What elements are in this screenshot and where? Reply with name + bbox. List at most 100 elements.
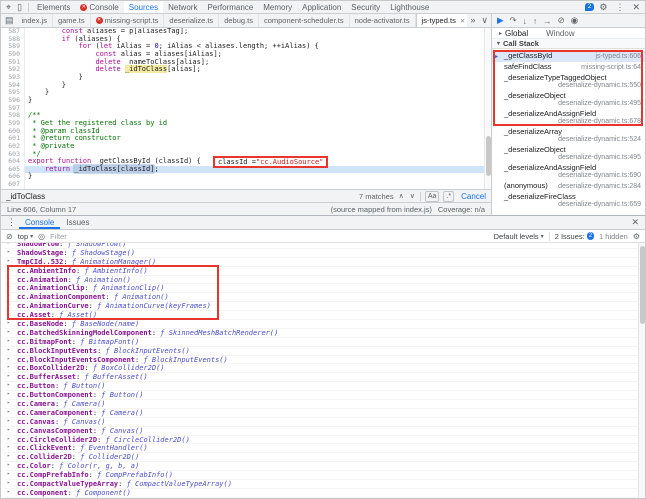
- console-entry[interactable]: ▸ cc.BufferAsset: ƒ BufferAsset(): [5, 373, 645, 383]
- console-entry[interactable]: ▸ cc.CameraComponent: ƒ Camera(): [5, 409, 645, 418]
- call-stack-frame[interactable]: (anonymous) deserialize-dynamic.ts:284: [492, 181, 645, 192]
- expand-arrow-icon[interactable]: ▸: [7, 462, 10, 468]
- editor-scrollbar-thumb[interactable]: [486, 136, 491, 176]
- panel-tab-network[interactable]: Network: [163, 1, 202, 13]
- find-previous-button[interactable]: ∧: [398, 192, 405, 200]
- expand-arrow-icon[interactable]: ▸: [7, 436, 10, 442]
- clear-console-icon[interactable]: ⊘: [6, 232, 13, 241]
- editor-scrollbar[interactable]: [484, 28, 491, 189]
- close-devtools-icon[interactable]: ✕: [629, 1, 643, 14]
- console-entry[interactable]: ▸ cc.BoxCollider2D: ƒ BoxCollider2D(): [5, 364, 645, 374]
- call-stack-frame[interactable]: _deserializeAndAssignField deserialize-dy…: [492, 163, 645, 181]
- expand-arrow-icon[interactable]: ▸: [7, 418, 10, 424]
- console-entry[interactable]: ▸ cc.CircleCollider2D: ƒ CircleCollider2D…: [5, 436, 645, 445]
- expand-arrow-icon[interactable]: ▸: [7, 276, 10, 282]
- panel-tab-elements[interactable]: Elements: [32, 1, 75, 13]
- cancel-button[interactable]: Cancel: [461, 192, 486, 201]
- expand-arrow-icon[interactable]: ▸: [7, 267, 10, 273]
- file-tab-index-js[interactable]: index.js: [17, 14, 53, 27]
- console-filter-input[interactable]: [50, 231, 201, 241]
- console-entry[interactable]: ▸ cc.BlockInputEvents: ƒ BlockInputEvents…: [5, 347, 645, 356]
- close-tab-icon[interactable]: ✕: [460, 17, 465, 25]
- file-tab-game-ts[interactable]: game.ts: [53, 14, 91, 27]
- panel-tab-sources[interactable]: Sources: [123, 1, 164, 13]
- code-line[interactable]: 594 }: [1, 81, 491, 90]
- kebab-menu-icon[interactable]: ⋮: [612, 1, 627, 14]
- tab-chevron-down-icon[interactable]: ∨: [478, 14, 491, 27]
- device-toolbar-icon[interactable]: ▯: [14, 1, 25, 14]
- frame-location[interactable]: deserialize-dynamic.ts:550: [558, 82, 641, 90]
- call-stack-frame[interactable]: safeFindClass missing-script.ts:64: [492, 62, 645, 73]
- find-input[interactable]: [6, 191, 126, 201]
- console-entry[interactable]: ▸ cc.ClickEvent: ƒ EventHandler(): [5, 444, 645, 454]
- expand-arrow-icon[interactable]: ▸: [7, 347, 10, 353]
- code-line[interactable]: 596}: [1, 96, 491, 105]
- console-entry[interactable]: ▸ cc.Camera: ƒ Camera(): [5, 400, 645, 409]
- step-over-icon[interactable]: ↷: [510, 15, 517, 26]
- file-tab-deserialize-ts[interactable]: deserialize.ts: [164, 14, 220, 27]
- step-icon[interactable]: →: [543, 16, 552, 26]
- live-expression-eye-icon[interactable]: ◎: [38, 232, 45, 241]
- file-tab-node-activator-ts[interactable]: node-activator.ts: [350, 14, 416, 27]
- call-stack-header[interactable]: ▾ Call Stack: [492, 39, 645, 49]
- frame-location[interactable]: deserialize-dynamic.ts:678: [558, 118, 641, 126]
- code-line[interactable]: 607: [1, 180, 491, 189]
- match-case-button[interactable]: Aa: [424, 190, 440, 202]
- console-entry[interactable]: ▸ cc.Color: ƒ Color(r, g, b, a): [5, 462, 645, 472]
- call-stack-frame[interactable]: _deserializeObject deserialize-dynamic.ts…: [492, 145, 645, 163]
- console-entry[interactable]: ▸ cc.AnimationClip: ƒ AnimationClip(): [5, 284, 645, 294]
- frame-location[interactable]: deserialize-dynamic.ts:495: [558, 154, 641, 162]
- console-entry[interactable]: ▸ cc.Button: ƒ Button(): [5, 382, 645, 392]
- line-number[interactable]: 607: [1, 180, 25, 189]
- code-line[interactable]: 595 }: [1, 88, 491, 97]
- resume-icon[interactable]: ▶: [497, 15, 504, 26]
- expand-arrow-icon[interactable]: ▸: [7, 471, 10, 477]
- expand-arrow-icon[interactable]: ▸: [7, 293, 10, 299]
- call-stack-frame[interactable]: _deserializeTypeTaggedObject deserialize-…: [492, 73, 645, 91]
- expand-arrow-icon[interactable]: ▸: [7, 427, 10, 433]
- console-entry[interactable]: ▸ TmpCId..532: ƒ AnimationManager(): [5, 258, 645, 267]
- expand-arrow-icon[interactable]: ▸: [7, 382, 10, 388]
- expand-arrow-icon[interactable]: ▸: [7, 329, 10, 335]
- console-entry[interactable]: ▸ cc.BlockInputEventsComponent: ƒ BlockIn…: [5, 356, 645, 365]
- console-entry[interactable]: ▸ cc.AnimationCurve: ƒ AnimationCurve(key…: [5, 302, 645, 312]
- expand-arrow-icon[interactable]: ▸: [7, 391, 10, 397]
- panel-tab-memory[interactable]: Memory: [258, 1, 297, 13]
- file-tab-js-typed-ts[interactable]: js-typed.ts ✕: [415, 14, 468, 27]
- file-tab-missing-script-ts[interactable]: ✕ missing-script.ts: [91, 14, 165, 27]
- panel-tab-application[interactable]: Application: [297, 1, 346, 13]
- file-tab-component-scheduler-ts[interactable]: component-scheduler.ts: [259, 14, 350, 27]
- call-stack-frame[interactable]: _deserializeAndAssignField deserialize-dy…: [492, 109, 645, 127]
- drawer-kebab-icon[interactable]: ⋮: [4, 216, 19, 229]
- frame-location[interactable]: deserialize-dynamic.ts:284: [558, 183, 641, 191]
- expand-arrow-icon[interactable]: ▸: [7, 258, 10, 264]
- console-entry[interactable]: ▸ cc.BaseNode: ƒ BaseNode(name): [5, 320, 645, 329]
- scope-global-row[interactable]: ▸ Global Window: [492, 28, 645, 39]
- call-stack-frame[interactable]: _deserializeFireClass deserialize-dynamic…: [492, 192, 645, 210]
- console-entry[interactable]: ▸ cc.AnimationComponent: ƒ Animation(): [5, 293, 645, 303]
- console-entry[interactable]: ▸ cc.CompactValueTypeArray: ƒ CompactValu…: [5, 480, 645, 489]
- code-line[interactable]: 606}: [1, 173, 491, 182]
- panel-tab-security[interactable]: Security: [346, 1, 385, 13]
- step-out-icon[interactable]: ↑: [533, 16, 537, 26]
- console-scrollbar-thumb[interactable]: [640, 246, 645, 324]
- code-line[interactable]: 602 * @private: [1, 142, 491, 151]
- frame-location[interactable]: deserialize-dynamic.ts:524: [558, 136, 641, 144]
- panel-tab-lighthouse[interactable]: Lighthouse: [385, 1, 434, 13]
- expand-arrow-icon[interactable]: ▸: [7, 453, 10, 459]
- console-settings-gear-icon[interactable]: ⚙: [633, 232, 640, 241]
- code-line[interactable]: 593 }: [1, 73, 491, 82]
- frame-location[interactable]: deserialize-dynamic.ts:495: [558, 100, 641, 108]
- console-entry[interactable]: ▸ cc.Collider2D: ƒ Collider2D(): [5, 453, 645, 463]
- step-into-icon[interactable]: ↓: [523, 16, 527, 26]
- expand-arrow-icon[interactable]: ▸: [7, 249, 10, 255]
- frame-location[interactable]: missing-script.ts:64: [581, 64, 641, 72]
- expand-arrow-icon[interactable]: ▸: [7, 373, 10, 379]
- expand-arrow-icon[interactable]: ▸: [499, 30, 502, 37]
- close-drawer-icon[interactable]: ✕: [628, 216, 642, 229]
- console-scrollbar[interactable]: [638, 243, 645, 498]
- drawer-tab-console[interactable]: Console: [19, 216, 60, 229]
- expand-arrow-icon[interactable]: ▸: [7, 364, 10, 370]
- expand-arrow-icon[interactable]: ▸: [7, 480, 10, 486]
- expand-arrow-icon[interactable]: ▸: [7, 320, 10, 326]
